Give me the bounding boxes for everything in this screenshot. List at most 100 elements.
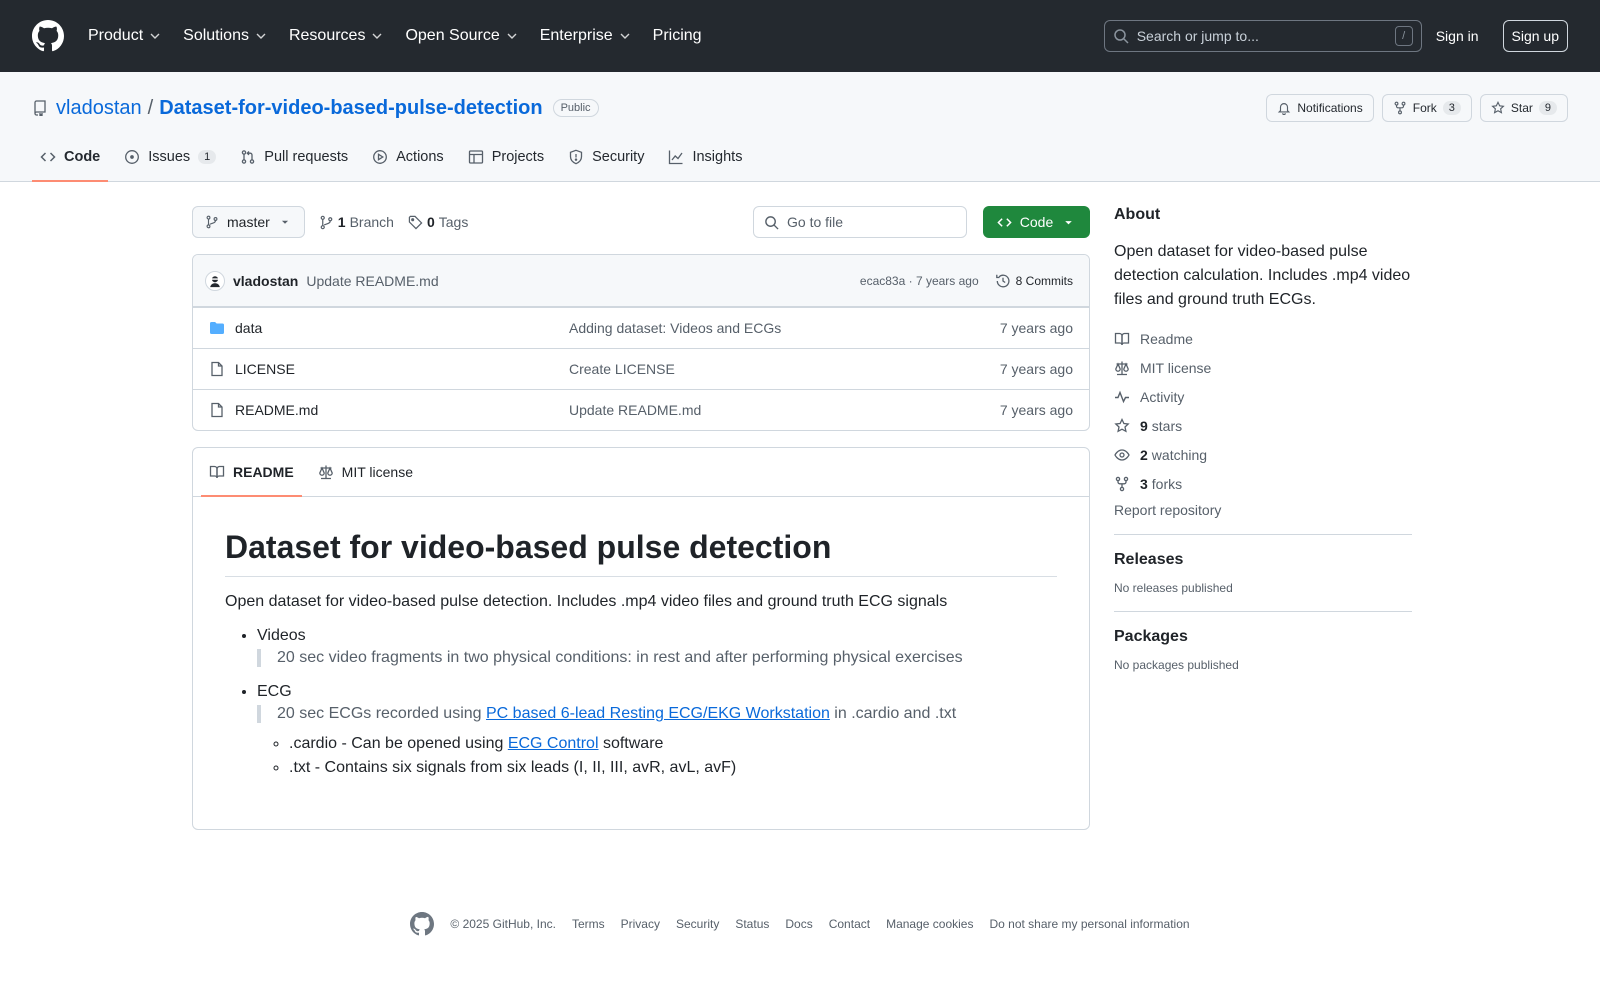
footer-link-manage-cookies[interactable]: Manage cookies — [886, 917, 973, 931]
path-separator: / — [147, 96, 154, 119]
nav-resources[interactable]: Resources — [289, 27, 383, 45]
tag-icon — [408, 215, 423, 229]
chevron-down-icon — [256, 33, 266, 39]
commit-author[interactable]: vladostan — [233, 273, 298, 289]
readme-title: Dataset for video-based pulse detection — [225, 529, 1057, 577]
file-row[interactable]: LICENSE Create LICENSE 7 years ago — [193, 348, 1089, 389]
packages-empty-text: No packages published — [1114, 658, 1239, 672]
tags-link[interactable]: 0 Tags — [408, 214, 468, 230]
readme-link[interactable]: Readme — [1114, 324, 1412, 353]
commit-message[interactable]: Update README.md — [306, 273, 438, 289]
footer-link-status[interactable]: Status — [735, 917, 769, 931]
packages-heading[interactable]: Packages — [1114, 628, 1412, 646]
go-to-file-input[interactable]: Go to file — [753, 206, 967, 238]
notifications-button[interactable]: Notifications — [1266, 94, 1374, 122]
commit-hash-time[interactable]: ecac83a · 7 years ago — [860, 274, 979, 288]
readme-tab-label: README — [233, 464, 294, 480]
cardio-text: software — [598, 735, 664, 752]
fork-button[interactable]: Fork 3 — [1381, 94, 1472, 122]
list-item: Videos 20 sec video fragments in two phy… — [257, 627, 1057, 667]
code-icon — [40, 152, 56, 162]
list-item: ECG 20 sec ECGs recorded using PC based … — [257, 683, 1057, 777]
repo-content: master 1 Branch 0 Tags Go to file Code v… — [192, 206, 1090, 830]
about-heading: About — [1114, 206, 1161, 223]
file-row[interactable]: data Adding dataset: Videos and ECGs 7 y… — [193, 307, 1089, 348]
footer-link-docs[interactable]: Docs — [785, 917, 812, 931]
file-commit-message[interactable]: Update README.md — [569, 402, 701, 418]
star-icon — [1491, 101, 1505, 114]
repo-owner-link[interactable]: vladostan — [56, 97, 142, 120]
watching-label: watching — [1151, 446, 1208, 463]
star-button[interactable]: Star 9 — [1479, 94, 1568, 122]
tab-security[interactable]: Security — [560, 133, 652, 181]
branch-icon — [320, 215, 333, 229]
search-icon — [765, 215, 779, 230]
branch-label: Branch — [349, 214, 394, 230]
search-icon — [1113, 29, 1129, 44]
sign-up-button[interactable]: Sign up — [1502, 20, 1568, 52]
footer-link-do-not-share[interactable]: Do not share my personal information — [989, 917, 1189, 931]
commits-link[interactable]: 8 Commits — [995, 273, 1073, 289]
tab-insights[interactable]: Insights — [660, 133, 750, 181]
file-row[interactable]: README.md Update README.md 7 years ago — [193, 389, 1089, 430]
stars-link[interactable]: 9 stars — [1114, 411, 1412, 440]
activity-link[interactable]: Activity — [1114, 382, 1412, 411]
report-repository-link[interactable]: Report repository — [1114, 502, 1412, 518]
tab-issues[interactable]: Issues 1 — [116, 133, 224, 181]
nav-pricing[interactable]: Pricing — [653, 27, 702, 45]
code-dropdown-button[interactable]: Code — [983, 206, 1090, 238]
branch-name: master — [227, 214, 270, 230]
footer-link-contact[interactable]: Contact — [829, 917, 870, 931]
branches-link[interactable]: 1 Branch — [319, 214, 394, 230]
repo-header: vladostan / Dataset-for-video-based-puls… — [0, 72, 1600, 182]
file-name[interactable]: data — [235, 320, 569, 336]
chevron-down-icon — [620, 33, 630, 39]
file-name[interactable]: LICENSE — [235, 361, 569, 377]
tab-pull-requests[interactable]: Pull requests — [232, 133, 356, 181]
footer-link-privacy[interactable]: Privacy — [621, 917, 660, 931]
readme-list: Videos 20 sec video fragments in two phy… — [225, 627, 1057, 777]
license-link[interactable]: MIT license — [1114, 353, 1412, 382]
sign-in-link[interactable]: Sign in — [1436, 28, 1479, 44]
tab-code[interactable]: Code — [32, 133, 109, 182]
readme-tab[interactable]: README — [201, 448, 302, 497]
chevron-down-icon — [372, 33, 382, 39]
repo-actions: Notifications Fork 3 Star 9 — [1266, 94, 1568, 122]
footer-link-terms[interactable]: Terms — [572, 917, 605, 931]
footer-link-security[interactable]: Security — [676, 917, 719, 931]
ecg-control-link[interactable]: ECG Control — [508, 735, 599, 752]
fork-icon — [1394, 101, 1406, 115]
file-name[interactable]: README.md — [235, 402, 569, 418]
nav-product[interactable]: Product — [88, 27, 161, 45]
file-commit-message[interactable]: Create LICENSE — [569, 361, 675, 377]
github-logo-icon[interactable] — [32, 20, 64, 52]
nav-solutions[interactable]: Solutions — [183, 27, 267, 45]
readme-panel: README MIT license Dataset for video-bas… — [192, 447, 1090, 830]
file-commit-message[interactable]: Adding dataset: Videos and ECGs — [569, 320, 781, 336]
tab-projects[interactable]: Projects — [460, 133, 552, 181]
releases-heading[interactable]: Releases — [1114, 551, 1412, 569]
list-item: .txt - Contains six signals from six lea… — [289, 759, 1057, 777]
global-search-input[interactable]: Search or jump to... / — [1103, 20, 1422, 52]
tab-actions[interactable]: Actions — [364, 133, 452, 181]
ecg-workstation-link[interactable]: PC based 6-lead Resting ECG/EKG Workstat… — [486, 705, 830, 722]
stars-label: stars — [1151, 417, 1183, 434]
forks-link[interactable]: 3 forks — [1114, 469, 1412, 498]
repo-name-link[interactable]: Dataset-for-video-based-pulse-detection — [159, 97, 542, 120]
watchers-link[interactable]: 2 watching — [1114, 440, 1412, 469]
nav-enterprise[interactable]: Enterprise — [540, 27, 631, 45]
tab-label: Insights — [692, 149, 743, 165]
issues-count: 1 — [198, 150, 217, 164]
tab-label: Projects — [491, 149, 545, 165]
github-logo-icon[interactable] — [410, 912, 435, 936]
go-to-file-placeholder: Go to file — [787, 214, 844, 230]
chevron-down-icon — [507, 33, 517, 39]
license-tab[interactable]: MIT license — [310, 448, 421, 496]
branch-selector[interactable]: master — [192, 206, 305, 238]
cardio-text: .cardio - Can be opened using — [289, 735, 508, 752]
nav-label: Open Source — [405, 27, 500, 44]
avatar[interactable] — [205, 270, 225, 291]
tag-count: 0 — [426, 214, 435, 230]
ecg-description: 20 sec ECGs recorded using PC based 6-le… — [257, 705, 1057, 723]
nav-open-source[interactable]: Open Source — [405, 27, 517, 45]
